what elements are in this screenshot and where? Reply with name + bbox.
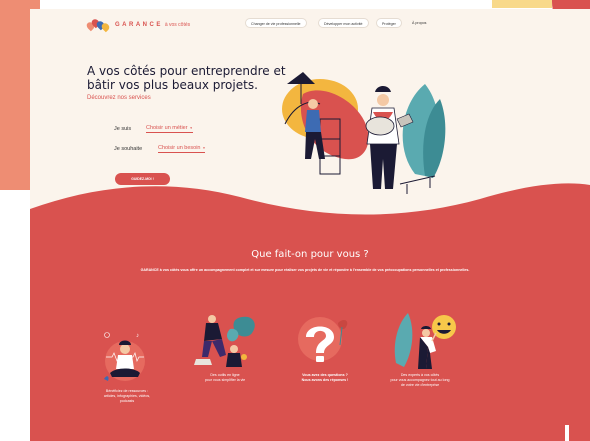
feature-caption-resources: Bénéficiez de ressources : articles, inf… — [103, 389, 151, 403]
question-mark-icon — [298, 317, 348, 362]
svg-text:♪: ♪ — [136, 333, 139, 339]
services-title: Que fait-on pour vous ? — [251, 249, 369, 260]
feature-caption-online-tools: Des outils en ligne pour vous simplifier… — [204, 373, 246, 382]
nav-item-develop-activity[interactable]: Développer mon activité — [318, 18, 369, 28]
brand-tagline: à vos côtés — [164, 22, 191, 28]
nav-item-change-career[interactable]: Changer de vie professionnelle — [245, 18, 307, 28]
expert-smiley-icon — [394, 313, 456, 369]
discover-services-link[interactable]: Découvrez nos services — [87, 95, 151, 101]
white-marker — [565, 425, 569, 441]
meditation-resources-icon: ♪ — [104, 332, 145, 381]
top-navigation: GARANCE à vos côtés Changer de vie profe… — [30, 9, 590, 39]
services-description: GARANCE à vos côtés vous offre un accomp… — [140, 268, 470, 272]
landing-page: GARANCE à vos côtés Changer de vie profe… — [30, 9, 590, 441]
nav-link-about[interactable]: À propos — [412, 18, 426, 28]
nav-item-protect[interactable]: Protéger — [376, 18, 402, 28]
feature-caption-questions: Vous avez des questions ? Nous avons des… — [301, 373, 349, 382]
feature-caption-experts: Des experts à vos côtés pour vous accomp… — [390, 373, 450, 387]
profession-dropdown[interactable]: Choisir un métier ▼ — [146, 125, 193, 133]
dropdown-arrow-icon: ▼ — [202, 146, 206, 150]
online-tools-icon — [194, 315, 255, 367]
hero-title: A vos côtés pour entreprendre et bâtir v… — [87, 64, 286, 92]
brand-logo[interactable]: GARANCE à vos côtés — [85, 17, 191, 33]
people-logo-icon — [85, 17, 111, 33]
brand-name: GARANCE — [115, 22, 163, 28]
need-label: Je souhaite — [114, 146, 143, 152]
dropdown-arrow-icon: ▼ — [189, 126, 193, 130]
need-dropdown[interactable]: Choisir un besoin ▼ — [158, 145, 206, 153]
profession-label: Je suis — [114, 126, 132, 132]
yellow-background-block — [492, 0, 552, 8]
